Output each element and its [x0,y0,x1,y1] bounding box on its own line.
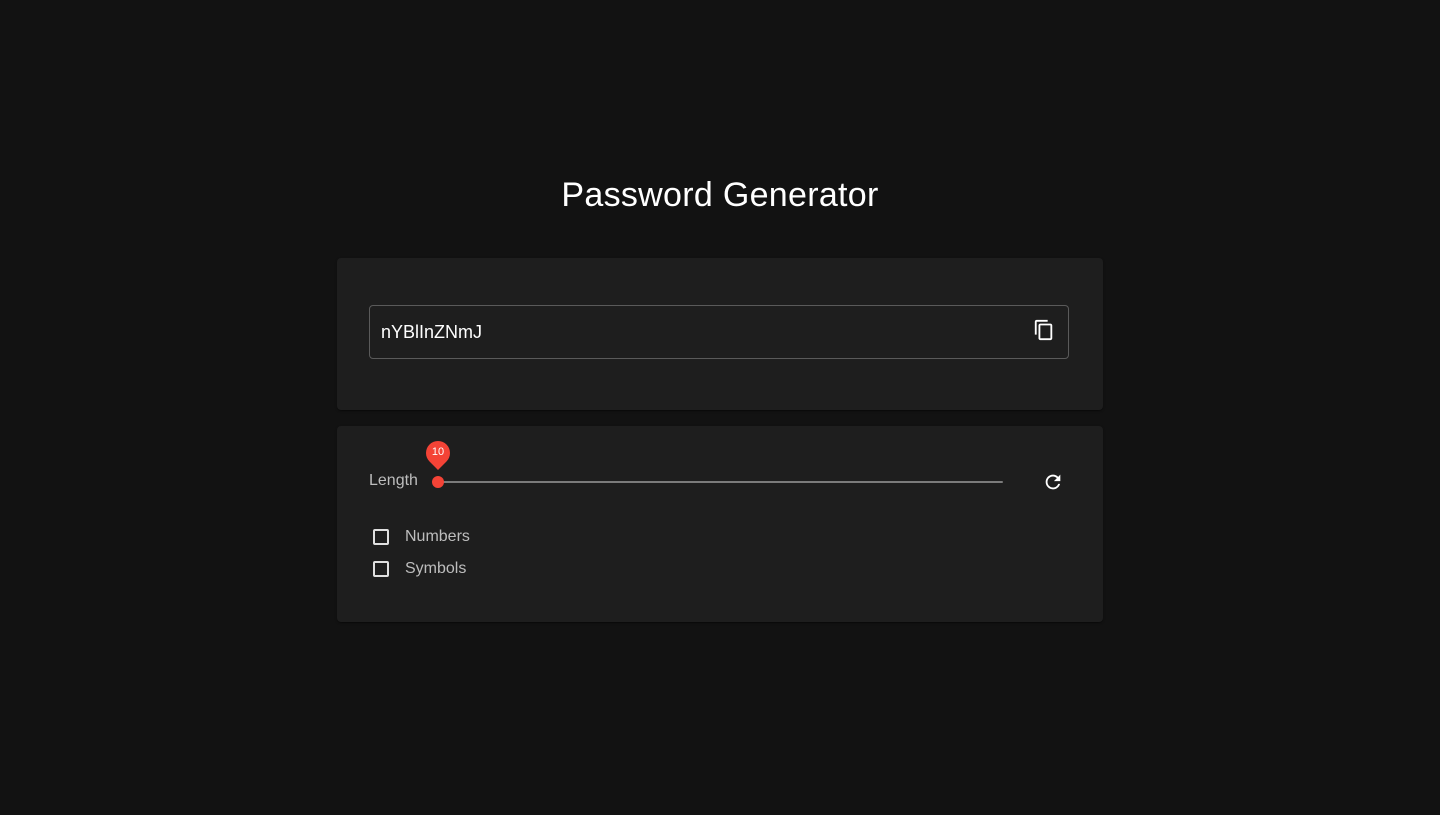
symbols-checkbox[interactable] [373,561,389,577]
password-output-card: nYBlInZNmJ [337,258,1103,410]
copy-button[interactable] [1030,318,1058,346]
regenerate-button[interactable] [1037,468,1069,500]
copy-icon [1033,319,1055,346]
numbers-checkbox[interactable] [373,529,389,545]
slider-value-label: 10 [421,436,455,470]
page-title: Password Generator [561,176,879,214]
length-slider[interactable]: 10 [421,436,1003,493]
symbols-label: Symbols [405,560,467,577]
page: Password Generator nYBlInZNmJ Length 10 [0,0,1440,815]
length-label: Length [369,472,418,489]
slider-thumb[interactable] [432,476,444,488]
numbers-option[interactable]: Numbers [369,526,470,548]
numbers-label: Numbers [405,528,470,545]
slider-value-text: 10 [431,446,445,458]
refresh-icon [1042,471,1064,498]
options-card: Length 10 Numbers Symbols [337,426,1103,622]
password-value[interactable]: nYBlInZNmJ [381,306,482,358]
password-field[interactable]: nYBlInZNmJ [369,305,1069,359]
slider-rail[interactable] [438,481,1003,483]
symbols-option[interactable]: Symbols [369,558,466,580]
